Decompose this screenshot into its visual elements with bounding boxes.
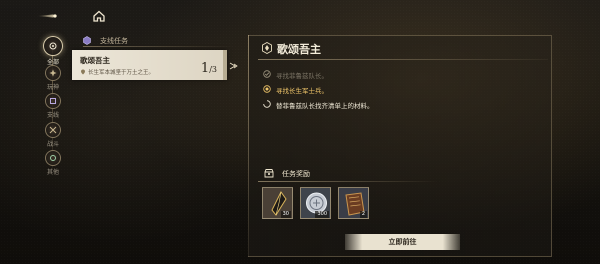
combat-icon [45,122,61,138]
misc-icon [45,150,61,166]
rail-item-all[interactable]: 全部 [38,36,68,66]
pending-circle-icon [263,100,271,108]
rewards-label: 任务奖励 [282,170,310,178]
objective-text: 替菲鲁兹队长找齐清单上的材料。 [276,102,374,110]
back-icon[interactable] [35,11,59,21]
selection-notch [223,50,227,80]
detail-title-divider [258,59,548,60]
rail-item-main[interactable]: 玩神 [38,65,68,91]
target-circle-icon [263,85,271,93]
top-bar [0,0,600,30]
quest-type-icon [262,42,272,54]
rail-label-combat: 战斗 [46,141,59,148]
rewards-divider [258,181,438,182]
rail-label-side: 支线 [46,112,59,119]
detail-panel-left-border [248,35,249,257]
objective-text: 寻找菲鲁兹队长。 [276,72,328,80]
rewards-header: 任务奖励 [258,167,438,182]
quest-progress-current: 1 [200,61,210,76]
home-icon[interactable] [92,9,106,23]
header-divider [83,46,233,47]
side-quest-icon [45,93,61,109]
quest-subtitle: 长生军本城坚于万土之王。 [88,70,155,76]
main-quest-icon [45,65,61,81]
quest-detail-panel [248,35,552,257]
quest-category-rail: 全部 玩神 支线 战斗 其他 [38,36,68,176]
rail-item-combat[interactable]: 战斗 [38,122,68,148]
rail-label-main: 玩神 [46,84,59,91]
quest-category-header: 支线任务 [83,35,233,47]
quest-list-item-selected[interactable]: 歌颂吾主 长生军本城坚于万土之王。 1/3 [72,50,227,80]
all-quests-icon [43,36,63,56]
selection-arrow-icon [229,62,238,70]
quest-title: 歌颂吾主 [80,56,110,65]
reward-item[interactable]: 2 [338,187,369,219]
reward-item[interactable]: 30 [262,187,293,219]
side-quest-category-icon [83,36,91,45]
rail-item-misc[interactable]: 其他 [38,150,68,176]
rail-label-misc: 其他 [46,169,59,176]
reward-quantity: 300 [315,211,329,218]
check-circle-icon [263,70,271,78]
reward-chest-icon [264,169,274,178]
objective-text: 寻找长生军士兵。 [276,87,328,95]
reward-item[interactable]: 300 [300,187,331,219]
location-pin-icon [81,69,85,75]
rail-item-side[interactable]: 支线 [38,93,68,119]
quest-category-title: 支线任务 [100,37,128,45]
reward-quantity: 2 [359,211,367,218]
go-now-button[interactable]: 立即前往 [345,234,460,250]
reward-quantity: 30 [280,211,291,218]
quest-progress: 1/3 [201,57,217,76]
detail-title: 歌颂吾主 [277,43,321,56]
quest-progress-total: 3 [211,65,217,74]
